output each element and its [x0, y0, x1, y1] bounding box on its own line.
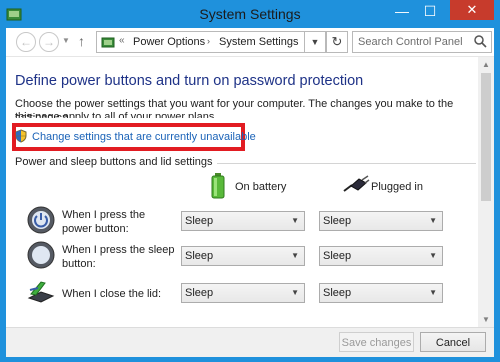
group-label: Power and sleep buttons and lid settings	[15, 156, 217, 168]
battery-icon	[211, 173, 225, 199]
select-value: Sleep	[323, 287, 352, 299]
chevron-down-icon: ▼	[429, 251, 437, 260]
system-settings-window: System Settings — ☐ ✕ ← → ▼ ↑ « Power Op…	[0, 0, 500, 362]
chevron-down-icon: ▼	[291, 251, 299, 260]
up-button[interactable]: ↑	[78, 33, 85, 49]
page-title: Define power buttons and turn on passwor…	[15, 73, 364, 89]
uac-shield-icon	[15, 129, 27, 143]
column-plugged-in: Plugged in	[371, 181, 423, 193]
row-label-power-button: When I press the power button:	[62, 209, 146, 235]
address-bar[interactable]: « Power Options › System Settings ▼	[96, 31, 326, 53]
breadcrumb-system-settings[interactable]: System Settings	[219, 36, 298, 48]
page-description-continued: this page apply to all of your power pla…	[15, 111, 218, 118]
breadcrumb-power-options[interactable]: Power Options	[133, 36, 205, 48]
close-lid-plugged-select[interactable]: Sleep ▼	[319, 283, 443, 303]
power-plug-icon	[343, 175, 370, 192]
laptop-lid-icon	[27, 281, 55, 303]
chevron-down-icon: ▼	[429, 288, 437, 297]
title-bar[interactable]: System Settings — ☐ ✕	[0, 0, 500, 28]
refresh-button[interactable]: ↻	[326, 31, 348, 53]
select-value: Sleep	[185, 250, 214, 262]
group-divider	[196, 163, 476, 164]
back-button[interactable]: ←	[16, 32, 36, 52]
scroll-thumb[interactable]	[481, 73, 491, 201]
breadcrumb-separator[interactable]: ›	[207, 36, 210, 46]
recent-pages-dropdown[interactable]: ▼	[62, 36, 70, 45]
power-button-battery-select[interactable]: Sleep ▼	[181, 211, 305, 231]
breadcrumb-overflow-chevron[interactable]: «	[119, 35, 125, 46]
search-icon[interactable]	[473, 34, 487, 48]
vertical-scrollbar[interactable]: ▲ ▼	[478, 57, 494, 327]
minimize-button[interactable]: —	[388, 0, 416, 22]
select-value: Sleep	[185, 215, 214, 227]
select-value: Sleep	[323, 250, 352, 262]
close-lid-battery-select[interactable]: Sleep ▼	[181, 283, 305, 303]
sleep-button-plugged-select[interactable]: Sleep ▼	[319, 246, 443, 266]
scroll-up-arrow[interactable]: ▲	[482, 60, 490, 69]
maximize-button[interactable]: ☐	[416, 0, 444, 22]
cancel-button[interactable]: Cancel	[420, 332, 486, 352]
power-button-icon	[27, 206, 55, 234]
save-changes-button[interactable]: Save changes	[339, 332, 414, 352]
forward-button[interactable]: →	[39, 32, 59, 52]
close-button[interactable]: ✕	[450, 0, 494, 20]
main-content: Define power buttons and turn on passwor…	[6, 57, 478, 327]
change-settings-link[interactable]: Change settings that are currently unava…	[32, 131, 256, 143]
footer-bar: Save changes Cancel	[6, 327, 494, 357]
row-label-sleep-button: When I press the sleep button:	[62, 244, 175, 270]
chevron-down-icon: ▼	[291, 216, 299, 225]
select-value: Sleep	[185, 287, 214, 299]
scroll-down-arrow[interactable]: ▼	[482, 315, 490, 324]
power-button-plugged-select[interactable]: Sleep ▼	[319, 211, 443, 231]
address-dropdown-button[interactable]: ▼	[304, 31, 326, 53]
chevron-down-icon: ▼	[429, 216, 437, 225]
sleep-button-icon	[27, 241, 55, 269]
chevron-down-icon: ▼	[291, 288, 299, 297]
control-panel-icon	[101, 37, 115, 48]
select-value: Sleep	[323, 215, 352, 227]
column-on-battery: On battery	[235, 181, 287, 193]
sleep-button-battery-select[interactable]: Sleep ▼	[181, 246, 305, 266]
client-area: ← → ▼ ↑ « Power Options › System Setting…	[6, 28, 494, 357]
navigation-bar: ← → ▼ ↑ « Power Options › System Setting…	[6, 28, 494, 57]
search-input[interactable]: Search Control Panel	[352, 31, 492, 53]
search-placeholder: Search Control Panel	[358, 36, 463, 48]
row-label-close-lid: When I close the lid:	[62, 288, 162, 300]
